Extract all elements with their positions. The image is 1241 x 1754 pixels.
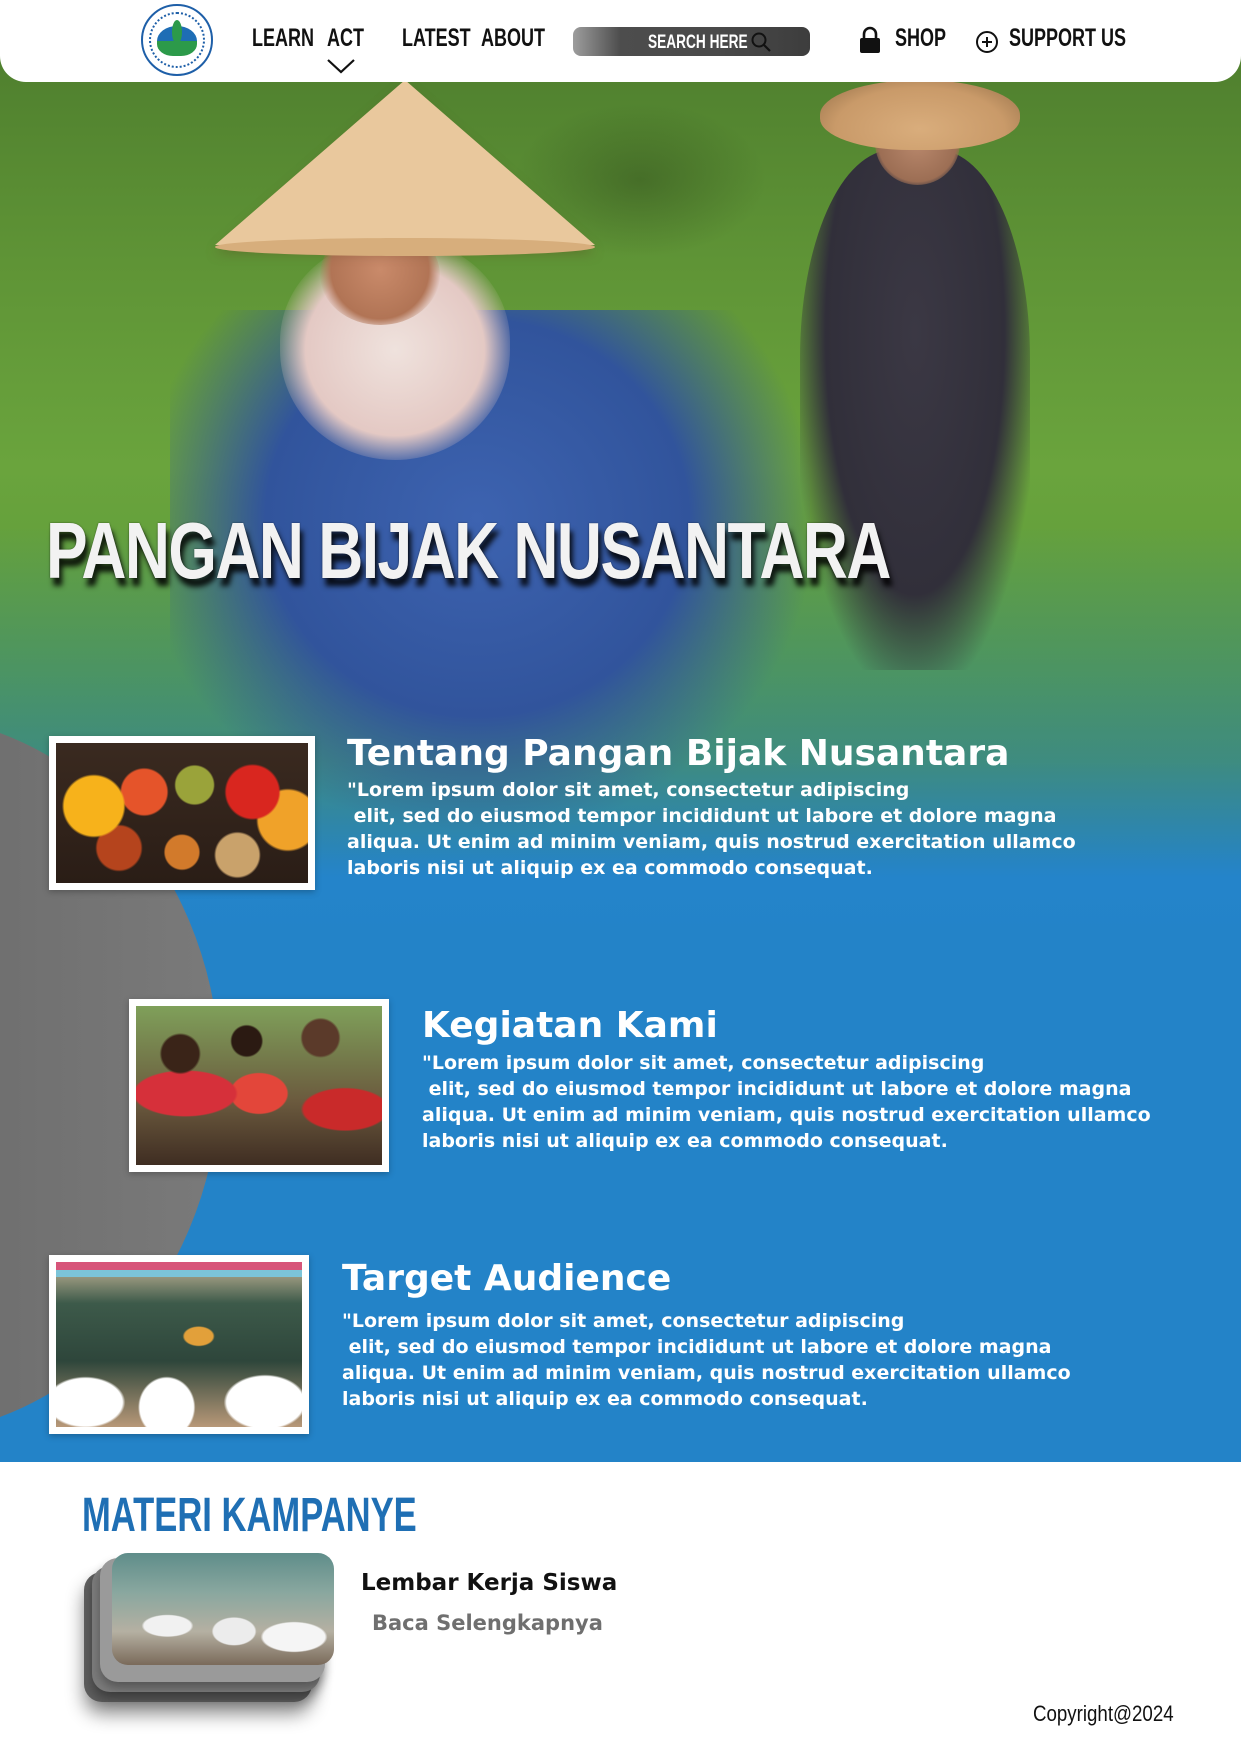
copyright-text: Copyright@2024: [1033, 1701, 1174, 1726]
spices-photo: [56, 743, 308, 883]
hero-title: PANGAN BIJAK NUSANTARA: [46, 506, 891, 595]
nav-latest[interactable]: LATEST: [402, 24, 471, 53]
section-about-body: "Lorem ipsum dolor sit amet, consectetur…: [347, 779, 1076, 879]
section-activities-title: Kegiatan Kami: [422, 1005, 718, 1046]
hero-banner: PANGAN BIJAK NUSANTARA Tentang Pangan Bi…: [0, 0, 1241, 1462]
top-navigation: LEARN ACT LATEST ABOUT SEARCH HERE SHOP …: [0, 0, 1241, 82]
chevron-down-icon[interactable]: [326, 58, 356, 74]
logo-leaf-icon: [172, 20, 182, 44]
read-more-link[interactable]: Baca Selengkapnya: [372, 1611, 603, 1635]
nav-support-us[interactable]: SUPPORT US: [1009, 24, 1126, 53]
hero-photo-hat-rim: [215, 238, 595, 256]
nav-about[interactable]: ABOUT: [481, 24, 545, 53]
worksheet-thumbnail[interactable]: [112, 1553, 334, 1665]
search-icon[interactable]: [749, 30, 773, 54]
hero-photo-hat-right: [820, 80, 1020, 150]
section-audience-body: "Lorem ipsum dolor sit amet, consectetur…: [342, 1310, 1071, 1410]
section-about-title: Tentang Pangan Bijak Nusantara: [347, 733, 1010, 774]
nav-learn[interactable]: LEARN: [252, 24, 314, 53]
hero-photo-conical-hat: [215, 80, 595, 245]
materi-heading: MATERI KAMPANYE: [82, 1489, 417, 1542]
search-placeholder[interactable]: SEARCH HERE: [648, 32, 748, 54]
school-logo[interactable]: [141, 4, 213, 76]
section-activities-image: [129, 999, 389, 1172]
materi-item-title[interactable]: Lembar Kerja Siswa: [361, 1570, 617, 1596]
section-about-image: [49, 736, 315, 890]
section-activities-body: "Lorem ipsum dolor sit amet, consectetur…: [422, 1052, 1151, 1152]
search-bar[interactable]: SEARCH HERE: [573, 27, 810, 56]
plus-circle-icon[interactable]: [975, 30, 999, 54]
nav-act[interactable]: ACT: [327, 24, 364, 53]
kids-planting-photo: [136, 1006, 382, 1165]
classroom-photo: [56, 1262, 302, 1427]
section-audience-image: [49, 1255, 309, 1434]
section-audience-title: Target Audience: [342, 1258, 672, 1299]
nav-shop[interactable]: SHOP: [895, 24, 946, 53]
lock-icon[interactable]: [858, 26, 882, 54]
